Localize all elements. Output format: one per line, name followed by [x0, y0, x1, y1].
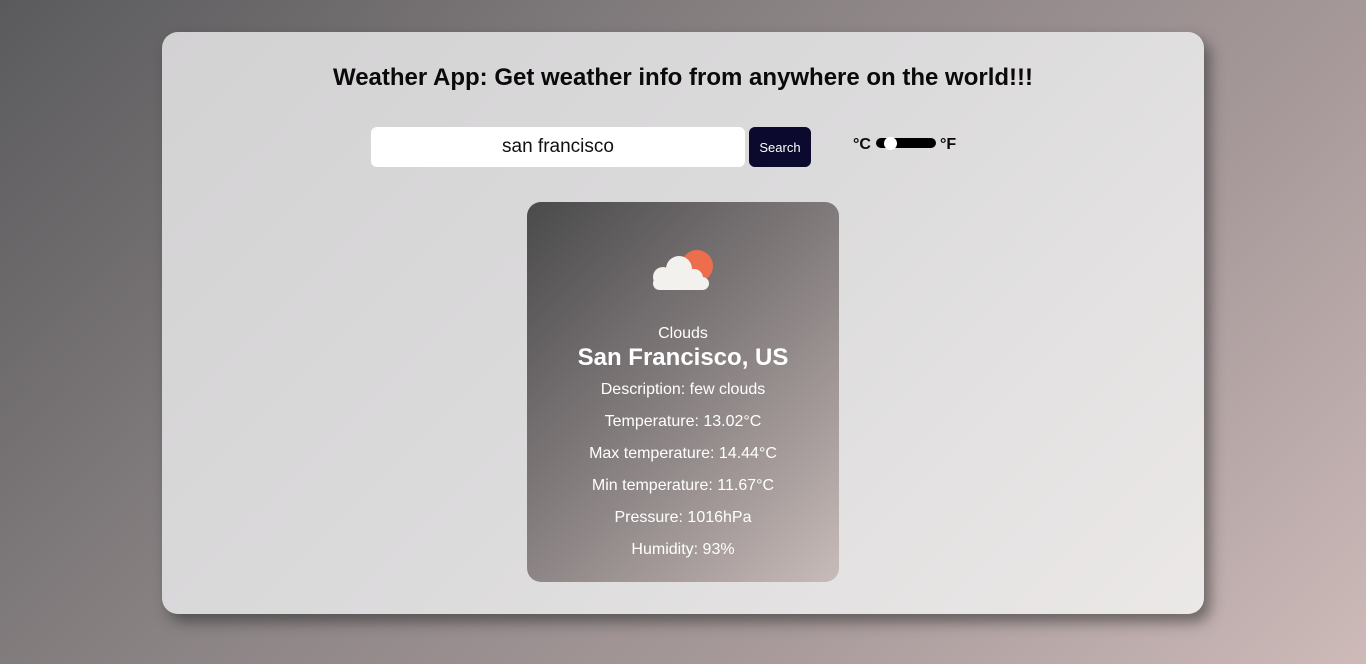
temperature-text: Temperature: 13.02°C [604, 413, 762, 430]
min-temperature-text: Min temperature: 11.67°C [591, 477, 775, 494]
search-button[interactable]: Search [749, 127, 811, 167]
pressure-text: Pressure: 1016hPa [614, 509, 752, 526]
partly-cloudy-icon [653, 250, 713, 290]
search-input[interactable] [371, 127, 745, 167]
app-panel: Weather App: Get weather info from anywh… [162, 32, 1204, 614]
description-text: Description: few clouds [600, 381, 766, 398]
max-temperature-text: Max temperature: 14.44°C [589, 445, 777, 462]
unit-toggle[interactable] [876, 137, 936, 150]
fahrenheit-label: °F [940, 136, 957, 153]
weather-condition: Clouds [658, 325, 708, 342]
page-title: Weather App: Get weather info from anywh… [332, 64, 1034, 91]
weather-card: Clouds San Francisco, US Description: fe… [527, 202, 839, 582]
humidity-text: Humidity: 93% [631, 541, 735, 558]
celsius-label: °C [853, 136, 871, 153]
city-name: San Francisco, US [577, 344, 789, 371]
toggle-knob[interactable] [884, 137, 897, 150]
